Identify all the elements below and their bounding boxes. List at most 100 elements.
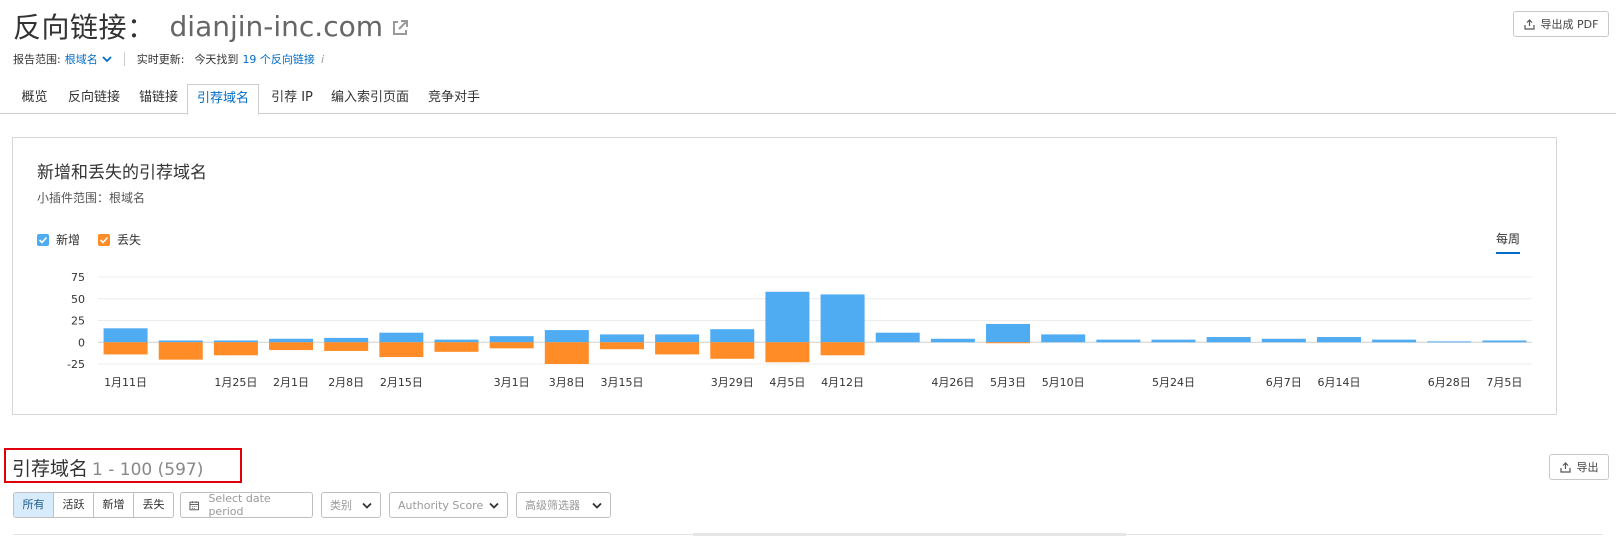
chevron-down-icon[interactable] [102, 53, 112, 66]
filter-all[interactable]: 所有 [14, 493, 54, 517]
x-tick-label: 3月1日 [494, 376, 530, 389]
x-tick-label: 3月15日 [600, 376, 643, 389]
y-tick-label: 50 [71, 293, 85, 306]
bar-lost[interactable] [820, 342, 865, 356]
divider [123, 52, 125, 66]
bar-new[interactable] [489, 336, 534, 343]
category-dropdown[interactable]: 类别 [321, 492, 381, 518]
bar-lost[interactable] [544, 342, 589, 364]
bar-new[interactable] [820, 294, 865, 343]
bar-lost[interactable] [103, 342, 148, 355]
bar-lost[interactable] [324, 342, 369, 351]
tab-referring-ips[interactable]: 引荐 IP [262, 84, 322, 114]
bar-new[interactable] [324, 337, 369, 343]
export-button[interactable]: 导出 [1549, 454, 1609, 480]
category-label: 类别 [330, 499, 352, 512]
bar-new[interactable] [379, 332, 424, 343]
bar-lost[interactable] [213, 342, 258, 356]
highlight-annotation [4, 448, 242, 483]
chevron-down-icon [489, 502, 499, 509]
export-icon [1559, 461, 1571, 473]
export-pdf-button[interactable]: 导出成 PDF [1513, 11, 1609, 37]
bar-lost[interactable] [655, 342, 700, 355]
x-tick-label: 2月8日 [328, 376, 364, 389]
bar-lost[interactable] [434, 342, 479, 352]
bar-new[interactable] [269, 338, 314, 343]
report-meta: 报告范围: 根域名 实时更新: 今天找到 19 个反向链接 i [13, 51, 324, 67]
bar-new[interactable] [1482, 340, 1527, 343]
x-tick-label: 6月7日 [1266, 376, 1302, 389]
bar-chart: 75 50 25 0 -25 1月11日 1月25日 2月1日 2月8日 2月15日 3月1日 3月8… [67, 271, 1532, 389]
report-tabs: 概览 反向链接 锚链接 引荐域名 引荐 IP 编入索引页面 竞争对手 [0, 84, 1616, 115]
filter-active[interactable]: 活跃 [54, 493, 94, 517]
chevron-down-icon [592, 502, 602, 509]
bar-new[interactable] [434, 339, 479, 343]
advanced-filters-label: 高级筛选器 [525, 499, 580, 512]
bar-new[interactable] [1427, 341, 1472, 343]
x-tick-label: 5月3日 [990, 376, 1026, 389]
y-tick-label: 75 [71, 271, 85, 284]
bar-new[interactable] [710, 329, 755, 343]
tab-overview[interactable]: 概览 [12, 84, 57, 114]
x-tick-label: 3月29日 [711, 376, 754, 389]
bar-lost[interactable] [489, 342, 534, 349]
authority-score-dropdown[interactable]: Authority Score [389, 492, 508, 518]
tab-indexed-pages[interactable]: 编入索引页面 [324, 84, 416, 114]
x-tick-label: 5月24日 [1152, 376, 1195, 389]
date-period-picker[interactable]: Select date period [180, 492, 313, 518]
scope-label: 报告范围: [13, 53, 61, 66]
bar-new[interactable] [1206, 337, 1251, 343]
bar-lost[interactable] [710, 342, 755, 359]
bar-lost[interactable] [986, 342, 1031, 344]
tab-anchors[interactable]: 锚链接 [132, 84, 185, 114]
page-title: 反向链接： [13, 11, 156, 44]
bar-new[interactable] [1261, 338, 1306, 343]
tab-competitors[interactable]: 竞争对手 [420, 84, 488, 114]
today-prefix: 今天找到 [194, 53, 239, 66]
filter-lost[interactable]: 丢失 [134, 493, 173, 517]
bar-new[interactable] [544, 330, 589, 343]
tab-referring-domains[interactable]: 引荐域名 [187, 84, 259, 115]
export-label: 导出 [1576, 461, 1599, 474]
bar-new[interactable] [1096, 339, 1141, 343]
domain-name[interactable]: dianjin-inc.com [170, 10, 384, 43]
x-tick-label: 4月26日 [931, 376, 974, 389]
bar-new[interactable] [1041, 334, 1086, 343]
status-segmented-control: 所有 活跃 新增 丢失 [13, 492, 174, 518]
bar-new[interactable] [158, 340, 203, 343]
export-pdf-label: 导出成 PDF [1540, 18, 1599, 31]
bar-lost[interactable] [379, 342, 424, 358]
x-tick-label: 2月1日 [273, 376, 309, 389]
bar-lost[interactable] [765, 342, 810, 363]
chart-widget: 新增和丢失的引荐域名 小插件范围：根域名 新增 丢失 每周 75 50 25 0 -25… [12, 137, 1557, 415]
bar-new[interactable] [986, 323, 1031, 343]
bar-new[interactable] [655, 334, 700, 343]
bar-new[interactable] [1316, 337, 1361, 343]
table-header-strip [693, 533, 1126, 536]
export-icon [1523, 18, 1535, 30]
chevron-down-icon [362, 502, 372, 509]
x-tick-label: 2月15日 [380, 376, 423, 389]
bar-new[interactable] [1151, 339, 1196, 343]
advanced-filters-dropdown[interactable]: 高级筛选器 [516, 492, 611, 518]
filter-new[interactable]: 新增 [94, 493, 134, 517]
bar-new[interactable] [599, 334, 644, 343]
external-link-icon[interactable] [391, 19, 409, 37]
bar-new[interactable] [1372, 339, 1417, 343]
bar-new[interactable] [930, 338, 975, 343]
bar-new[interactable] [213, 340, 258, 343]
scope-dropdown[interactable]: 根域名 [65, 51, 98, 67]
y-tick-label: -25 [67, 358, 85, 371]
today-backlinks-link[interactable]: 19 个反向链接 [242, 51, 315, 67]
bar-lost[interactable] [269, 342, 314, 351]
info-icon[interactable]: i [321, 53, 324, 66]
page-header: 反向链接： dianjin-inc.com [13, 4, 409, 48]
bar-new[interactable] [765, 291, 810, 343]
bar-new[interactable] [875, 332, 920, 343]
y-tick-label: 25 [71, 315, 85, 328]
x-tick-label: 1月11日 [104, 376, 147, 389]
bar-new[interactable] [103, 328, 148, 343]
tab-backlinks[interactable]: 反向链接 [60, 84, 128, 114]
bar-lost[interactable] [599, 342, 644, 350]
bar-lost[interactable] [158, 342, 203, 360]
